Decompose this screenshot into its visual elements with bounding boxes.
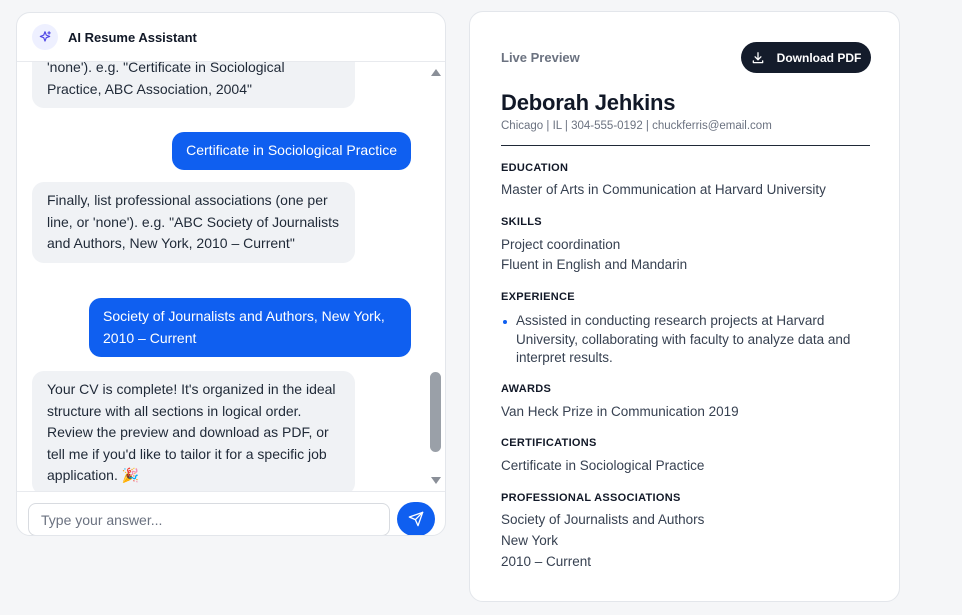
resume-contact: Chicago | IL | 304-555-0192 | chuckferri… bbox=[501, 120, 772, 132]
chat-title: AI Resume Assistant bbox=[68, 29, 197, 45]
section-title-associations: PROFESSIONAL ASSOCIATIONS bbox=[501, 492, 681, 504]
association-line: New York bbox=[501, 533, 559, 548]
resume-name: Deborah Jehkins bbox=[501, 90, 676, 115]
experience-text: Assisted in conducting research projects… bbox=[516, 313, 851, 365]
section-title-awards: AWARDS bbox=[501, 383, 552, 395]
user-message: Certificate in Sociological Practice bbox=[172, 132, 411, 170]
download-pdf-button[interactable]: Download PDF bbox=[741, 42, 871, 73]
award-entry: Van Heck Prize in Communication 2019 bbox=[501, 404, 739, 419]
chat-header: AI Resume Assistant bbox=[17, 13, 445, 62]
scroll-up-arrow-icon[interactable] bbox=[431, 69, 441, 76]
preview-label: Live Preview bbox=[501, 50, 580, 65]
scrollbar[interactable] bbox=[428, 62, 445, 491]
section-title-experience: EXPERIENCE bbox=[501, 291, 575, 303]
sparkle-icon bbox=[32, 24, 58, 50]
certification-entry: Certificate in Sociological Practice bbox=[501, 458, 705, 473]
assistant-message: 'none'). e.g. "Certificate in Sociologic… bbox=[32, 62, 355, 108]
skill-item: Fluent in English and Mandarin bbox=[501, 257, 688, 272]
section-title-certifications: CERTIFICATIONS bbox=[501, 437, 597, 449]
education-entry: Master of Arts in Communication at Harva… bbox=[501, 182, 826, 197]
assistant-message: Finally, list professional associations … bbox=[32, 182, 355, 263]
chat-panel: AI Resume Assistant 'none'). e.g. "Certi… bbox=[16, 12, 446, 536]
send-icon bbox=[408, 511, 424, 527]
section-title-education: EDUCATION bbox=[501, 162, 569, 174]
association-line: Society of Journalists and Authors bbox=[501, 512, 705, 527]
scroll-down-arrow-icon[interactable] bbox=[431, 477, 441, 484]
association-line: 2010 – Current bbox=[501, 554, 592, 569]
assistant-message: Your CV is complete! It's organized in t… bbox=[32, 371, 355, 491]
divider bbox=[501, 145, 870, 146]
composer bbox=[17, 491, 445, 535]
section-title-skills: SKILLS bbox=[501, 216, 542, 228]
user-message: Society of Journalists and Authors, New … bbox=[89, 298, 411, 357]
download-icon bbox=[752, 51, 763, 63]
skill-item: Project coordination bbox=[501, 237, 621, 252]
bullet-icon bbox=[503, 320, 507, 324]
message-list[interactable]: 'none'). e.g. "Certificate in Sociologic… bbox=[17, 62, 445, 491]
experience-bullet: Assisted in conducting research projects… bbox=[501, 312, 871, 368]
send-button[interactable] bbox=[397, 502, 435, 535]
scroll-thumb[interactable] bbox=[430, 372, 441, 452]
download-label: Download PDF bbox=[776, 50, 862, 65]
resume-preview-panel: Live Preview Download PDF Deborah Jehkin… bbox=[469, 11, 900, 602]
answer-input[interactable] bbox=[28, 503, 390, 535]
